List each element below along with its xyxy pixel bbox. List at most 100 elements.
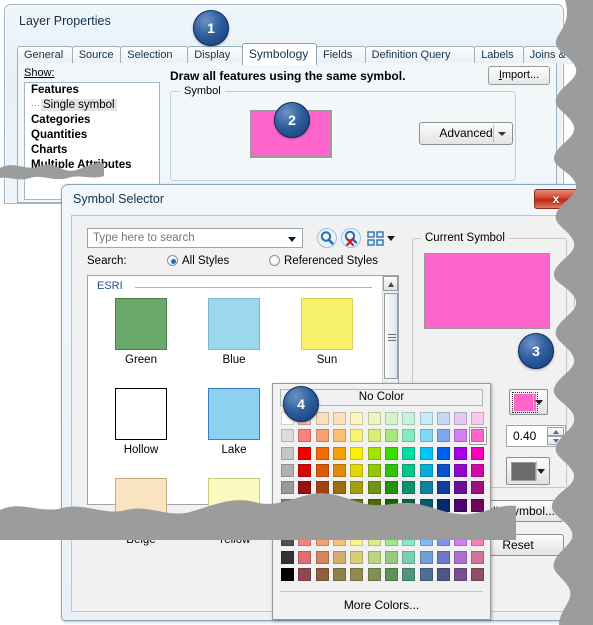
color-swatch[interactable]: [279, 514, 296, 531]
color-swatch[interactable]: [296, 514, 313, 531]
color-swatch[interactable]: [417, 514, 434, 531]
symbol-item[interactable]: Green: [96, 298, 186, 366]
color-swatch[interactable]: [365, 479, 382, 496]
color-swatch[interactable]: [314, 514, 331, 531]
color-swatch[interactable]: [452, 479, 469, 496]
color-swatch[interactable]: [400, 445, 417, 462]
tab-general[interactable]: General: [17, 46, 73, 64]
color-swatch[interactable]: [417, 496, 434, 513]
color-swatch[interactable]: [469, 445, 486, 462]
color-swatch[interactable]: [417, 548, 434, 565]
color-swatch[interactable]: [331, 427, 348, 444]
symbol-item[interactable]: Lake: [189, 388, 279, 456]
tab-selection[interactable]: Selection: [120, 46, 189, 64]
radio-referenced-styles[interactable]: Referenced Styles: [269, 255, 378, 267]
color-swatch[interactable]: [383, 566, 400, 583]
color-swatch[interactable]: [296, 548, 313, 565]
tree-item[interactable]: Quantities: [25, 128, 159, 143]
color-swatch[interactable]: [279, 445, 296, 462]
color-swatch[interactable]: [452, 514, 469, 531]
fill-color-picker[interactable]: [509, 389, 548, 415]
color-swatch[interactable]: [469, 531, 486, 548]
color-swatch[interactable]: [348, 479, 365, 496]
color-swatch[interactable]: [435, 479, 452, 496]
color-swatch[interactable]: [314, 445, 331, 462]
color-swatch[interactable]: [348, 514, 365, 531]
color-swatch[interactable]: [279, 548, 296, 565]
color-swatch[interactable]: [417, 410, 434, 427]
color-swatch[interactable]: [279, 479, 296, 496]
color-swatch[interactable]: [435, 427, 452, 444]
color-swatch[interactable]: [331, 496, 348, 513]
color-swatch[interactable]: [331, 479, 348, 496]
outline-width-stepper[interactable]: 0.40: [506, 425, 566, 447]
color-swatch[interactable]: [452, 548, 469, 565]
scrollbar-thumb[interactable]: [384, 293, 398, 379]
color-swatch[interactable]: [452, 427, 469, 444]
color-swatch[interactable]: [314, 462, 331, 479]
color-swatch[interactable]: [383, 479, 400, 496]
color-swatch[interactable]: [469, 548, 486, 565]
color-swatch[interactable]: [365, 548, 382, 565]
color-swatch[interactable]: [435, 445, 452, 462]
color-swatch[interactable]: [383, 548, 400, 565]
color-swatch[interactable]: [383, 427, 400, 444]
color-swatch[interactable]: [331, 566, 348, 583]
color-swatch[interactable]: [331, 514, 348, 531]
color-swatch[interactable]: [279, 566, 296, 583]
color-swatch[interactable]: [331, 462, 348, 479]
color-swatch[interactable]: [348, 445, 365, 462]
color-swatch[interactable]: [400, 496, 417, 513]
color-swatch[interactable]: [348, 410, 365, 427]
color-swatch[interactable]: [383, 496, 400, 513]
color-swatch[interactable]: [469, 479, 486, 496]
color-swatch[interactable]: [296, 427, 313, 444]
color-swatch[interactable]: [365, 445, 382, 462]
color-swatch[interactable]: [331, 445, 348, 462]
tab-fields[interactable]: Fields: [316, 46, 366, 64]
tree-item[interactable]: Features: [25, 83, 159, 98]
color-swatch[interactable]: [296, 496, 313, 513]
color-swatch[interactable]: [348, 531, 365, 548]
color-swatch[interactable]: [348, 566, 365, 583]
color-swatch[interactable]: [365, 514, 382, 531]
color-swatch[interactable]: [400, 410, 417, 427]
symbol-item[interactable]: Beige: [96, 478, 186, 546]
color-swatch[interactable]: [435, 410, 452, 427]
clear-search-icon[interactable]: [340, 227, 362, 249]
color-swatch[interactable]: [365, 462, 382, 479]
color-swatch[interactable]: [417, 427, 434, 444]
color-swatch[interactable]: [435, 566, 452, 583]
color-swatch[interactable]: [469, 410, 486, 427]
color-swatch[interactable]: [279, 427, 296, 444]
color-swatch[interactable]: [365, 496, 382, 513]
tab-source[interactable]: Source: [71, 46, 122, 64]
color-swatch[interactable]: [452, 410, 469, 427]
color-swatch[interactable]: [365, 410, 382, 427]
tab-display[interactable]: Display: [187, 46, 243, 64]
color-swatch[interactable]: [383, 462, 400, 479]
color-swatch[interactable]: [417, 566, 434, 583]
color-swatch[interactable]: [400, 548, 417, 565]
color-swatch[interactable]: [435, 531, 452, 548]
color-swatch[interactable]: [417, 479, 434, 496]
symbol-item[interactable]: Yellow: [189, 478, 279, 546]
symbol-item[interactable]: Hollow: [96, 388, 186, 456]
color-swatch[interactable]: [383, 445, 400, 462]
color-swatch[interactable]: [400, 514, 417, 531]
color-swatch[interactable]: [296, 445, 313, 462]
color-swatch[interactable]: [365, 566, 382, 583]
color-swatch[interactable]: [452, 496, 469, 513]
import-button[interactable]: Import...: [488, 66, 550, 85]
color-swatch[interactable]: [314, 427, 331, 444]
color-swatch[interactable]: [348, 427, 365, 444]
advanced-button[interactable]: Advanced: [419, 122, 513, 145]
search-input[interactable]: Type here to search: [87, 228, 303, 248]
stepper-down-button[interactable]: [547, 436, 564, 445]
color-swatch[interactable]: [296, 479, 313, 496]
more-colors-button[interactable]: More Colors...: [280, 595, 483, 615]
stepper-buttons[interactable]: [547, 427, 564, 445]
show-tree[interactable]: Features ⋯ Single symbol Categories Quantiti…: [24, 82, 160, 200]
color-swatch[interactable]: [400, 462, 417, 479]
color-swatch[interactable]: [365, 531, 382, 548]
